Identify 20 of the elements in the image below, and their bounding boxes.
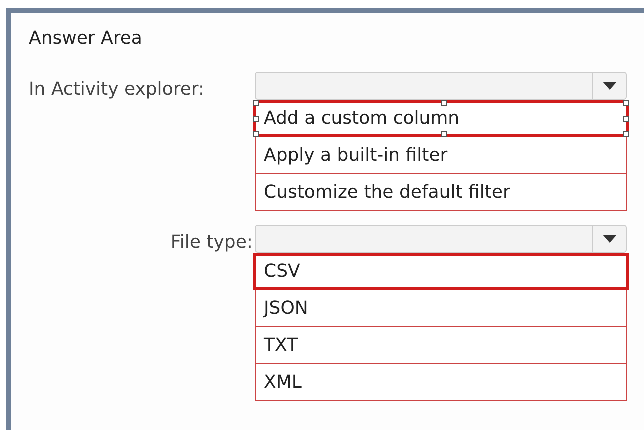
resize-handle-icon[interactable] — [623, 100, 629, 106]
resize-handle-icon[interactable] — [623, 131, 629, 137]
dropdown-option[interactable]: Add a custom column — [253, 100, 629, 137]
dropdown-option[interactable]: JSON — [255, 290, 627, 327]
field-label: File type: — [170, 231, 253, 255]
answer-area-title: Answer Area — [29, 27, 144, 51]
resize-handle-icon[interactable] — [441, 100, 447, 106]
field-label: In Activity explorer: — [29, 78, 205, 102]
resize-handle-icon[interactable] — [253, 131, 259, 137]
resize-handle-icon[interactable] — [253, 116, 259, 122]
dropdown-option[interactable]: Customize the default filter — [255, 174, 627, 211]
dropdown-option[interactable]: TXT — [255, 327, 627, 364]
caret-down-icon — [602, 235, 616, 243]
dropdown-option[interactable]: CSV — [253, 253, 629, 290]
caret-down-icon — [602, 82, 616, 90]
resize-handle-icon[interactable] — [441, 131, 447, 137]
resize-handle-icon[interactable] — [253, 100, 259, 106]
resize-handle-icon[interactable] — [623, 116, 629, 122]
dropdown-option[interactable]: XML — [255, 364, 627, 401]
dropdown-option[interactable]: Apply a built-in filter — [255, 137, 627, 174]
